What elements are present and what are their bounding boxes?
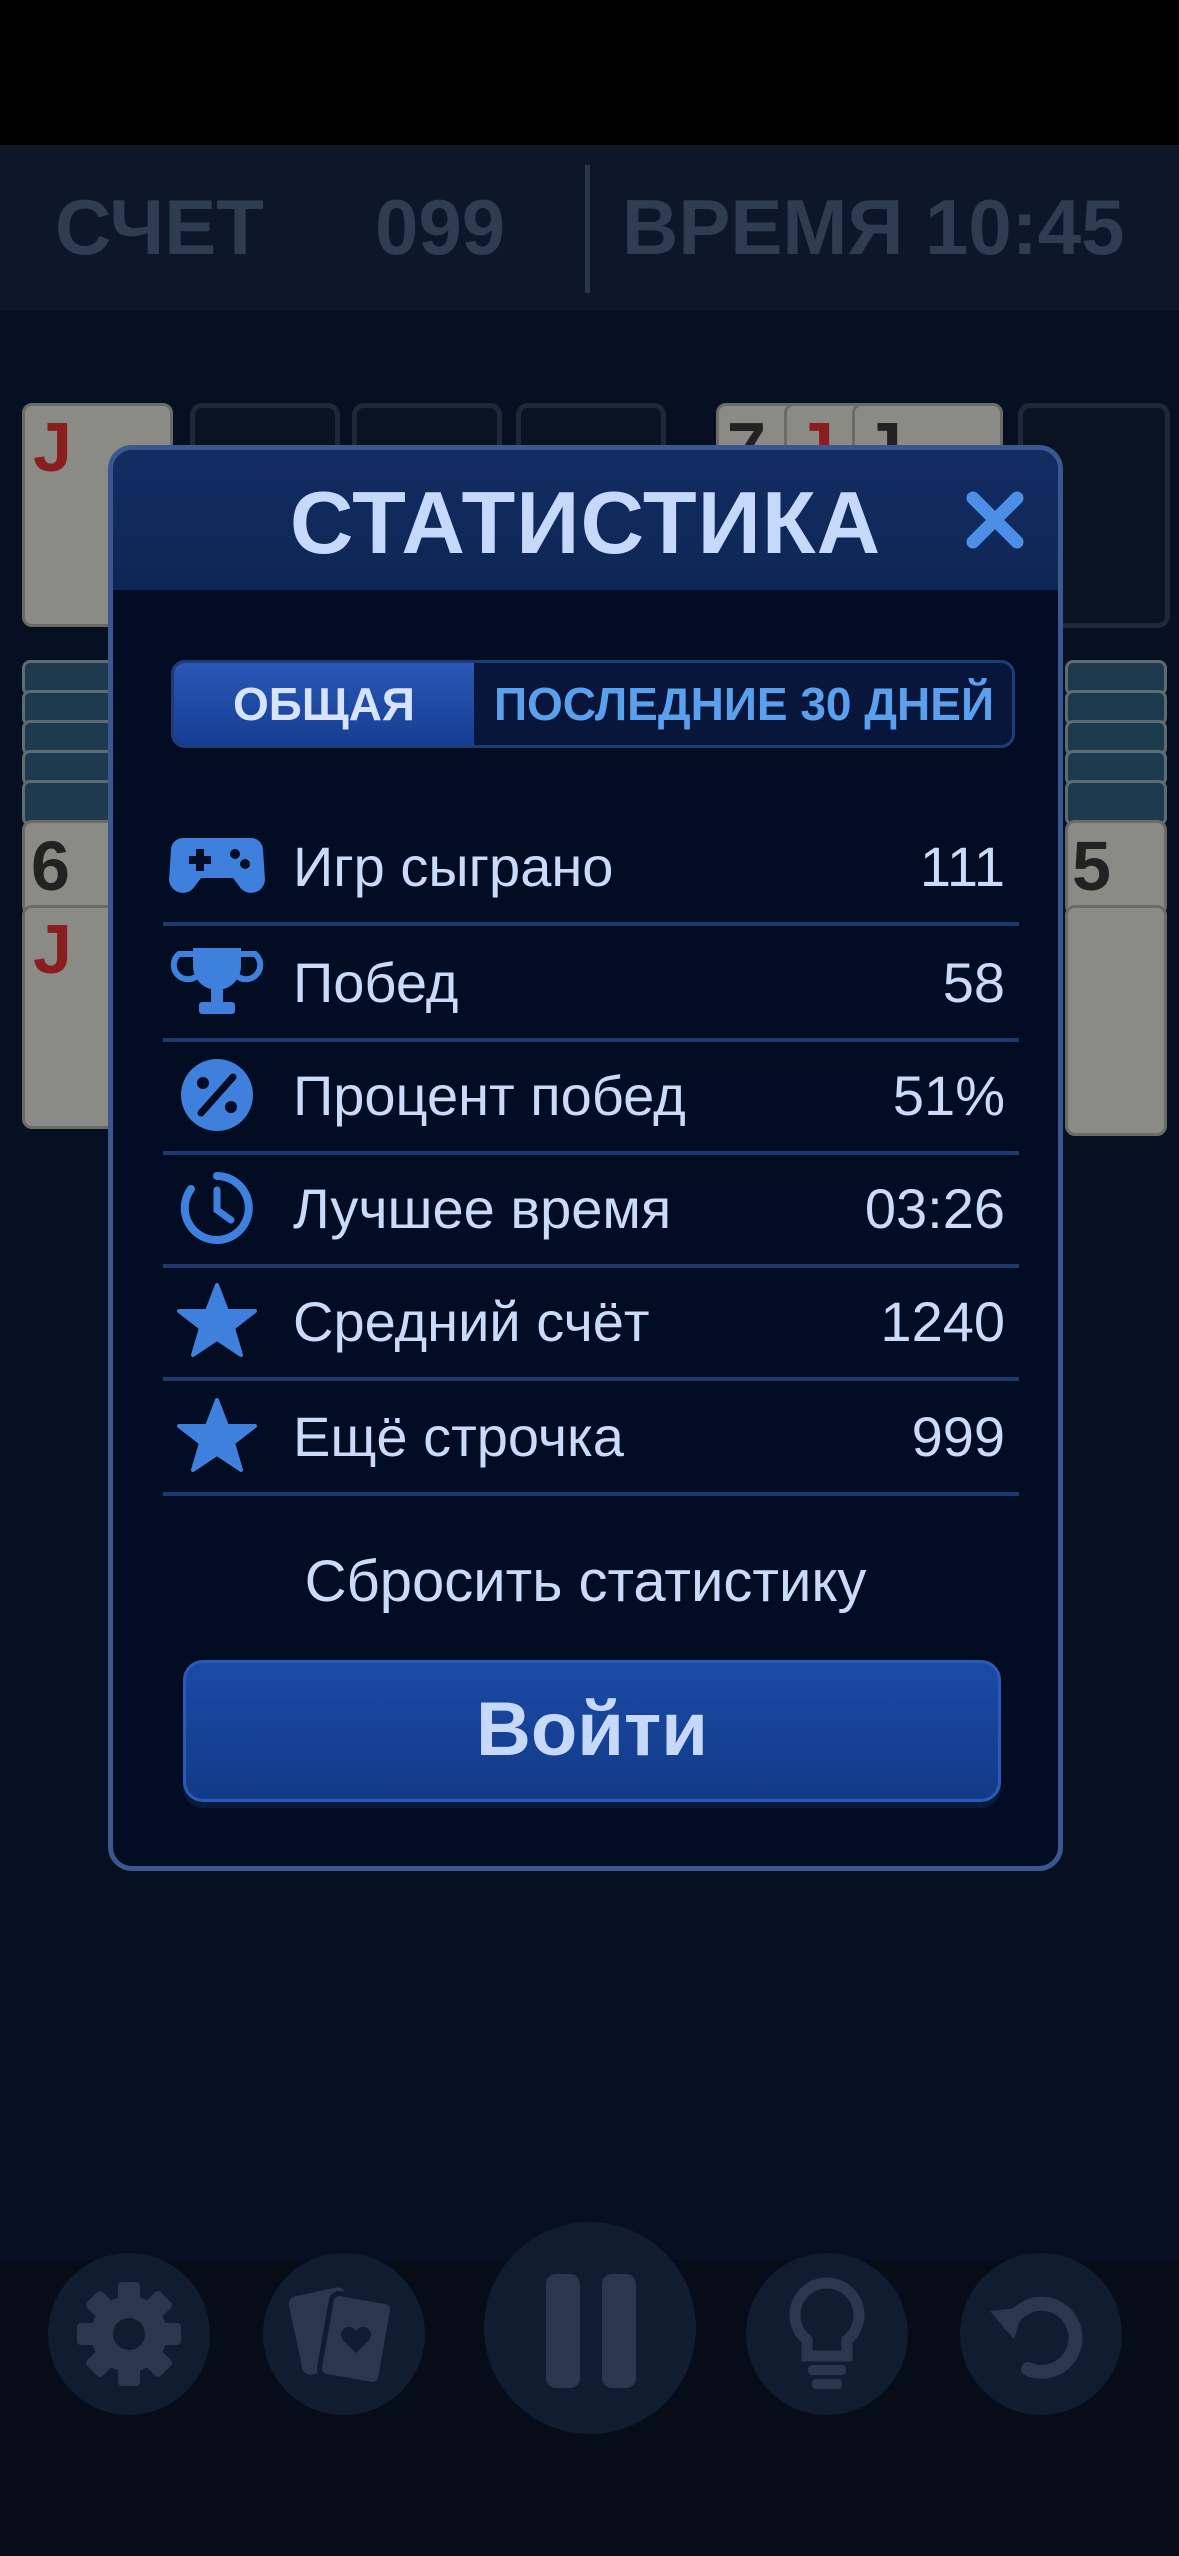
tableau-card[interactable]: 5 — [1065, 820, 1167, 916]
stat-value: 1240 — [880, 1290, 1005, 1353]
stat-row-average-score: Средний счёт 1240 — [163, 1265, 1019, 1381]
score-label: СЧЕТ — [55, 183, 264, 271]
stat-row-games-played: Игр сыграно 111 — [163, 810, 1019, 926]
stat-label: Побед — [293, 951, 459, 1014]
login-button[interactable]: Войти — [183, 1660, 1001, 1802]
stat-label: Лучшее время — [293, 1177, 672, 1240]
tableau-card[interactable] — [1065, 905, 1167, 1136]
stat-row-best-time: Лучшее время 03:26 — [163, 1152, 1019, 1268]
statistics-dialog: СТАТИСТИКА ОБЩАЯ ПОСЛЕДНИЕ 30 ДНЕЙ Игр с… — [108, 445, 1063, 1871]
stat-label: Средний счёт — [293, 1290, 650, 1353]
time-value: 10:45 — [925, 183, 1125, 271]
cards-button[interactable] — [263, 2253, 425, 2415]
star-icon — [177, 1283, 257, 1357]
pause-icon — [546, 2274, 636, 2388]
trophy-icon — [170, 948, 264, 1014]
dialog-header: СТАТИСТИКА — [113, 450, 1058, 590]
pause-button[interactable] — [484, 2222, 696, 2434]
stat-row-wins: Побед 58 — [163, 926, 1019, 1042]
undo-icon — [990, 2296, 1083, 2379]
tab-last-30-days[interactable]: ПОСЛЕДНИЕ 30 ДНЕЙ — [474, 663, 1012, 745]
hint-icon — [789, 2277, 865, 2389]
clock-icon — [180, 1172, 253, 1244]
card-rank: J — [33, 910, 72, 988]
score-value: 099 — [375, 183, 506, 271]
stat-label: Процент побед — [293, 1064, 686, 1127]
settings-button[interactable] — [48, 2253, 210, 2415]
card-rank: 5 — [1072, 827, 1111, 905]
stat-value: 58 — [942, 951, 1005, 1014]
cards-icon — [288, 2287, 396, 2387]
stat-value: 03:26 — [864, 1177, 1005, 1240]
stat-label: Ещё строчка — [293, 1405, 624, 1468]
stat-value: 999 — [911, 1405, 1005, 1468]
card-rank: J — [33, 408, 72, 486]
stat-label: Игр сыграно — [293, 835, 614, 898]
stat-value: 51% — [892, 1064, 1005, 1127]
stat-value: 111 — [919, 835, 1005, 898]
stats-tabs: ОБЩАЯ ПОСЛЕДНИЕ 30 ДНЕЙ — [171, 660, 1015, 748]
hint-button[interactable] — [746, 2253, 908, 2415]
star-icon — [177, 1398, 257, 1472]
undo-button[interactable] — [960, 2253, 1122, 2415]
percent-icon — [181, 1059, 253, 1131]
time-label: ВРЕМЯ — [622, 183, 904, 271]
stat-row-extra: Ещё строчка 999 — [163, 1380, 1019, 1496]
card-rank: 6 — [31, 827, 70, 905]
reset-stats-link[interactable]: Сбросить статистику — [113, 1548, 1058, 1615]
scorebar-divider — [585, 165, 590, 293]
close-icon[interactable] — [963, 488, 1027, 552]
settings-icon — [77, 2282, 181, 2386]
tab-general[interactable]: ОБЩАЯ — [174, 663, 474, 745]
gamepad-icon — [169, 838, 265, 893]
status-bar — [0, 0, 1179, 145]
dialog-title: СТАТИСТИКА — [289, 473, 882, 572]
stat-row-win-percent: Процент побед 51% — [163, 1039, 1019, 1155]
score-bar: СЧЕТ 099 ВРЕМЯ 10:45 — [0, 145, 1179, 310]
